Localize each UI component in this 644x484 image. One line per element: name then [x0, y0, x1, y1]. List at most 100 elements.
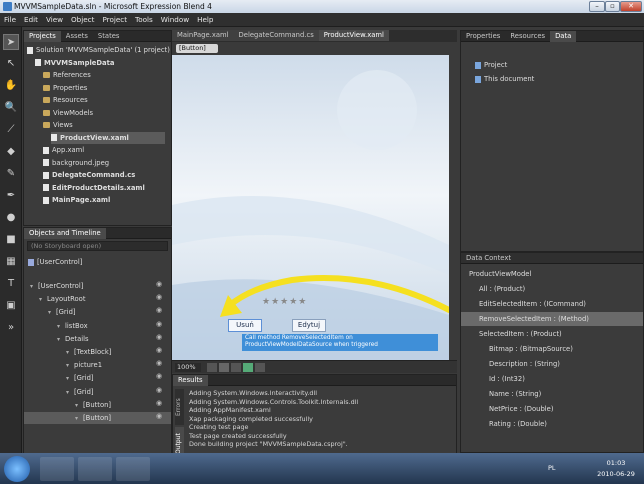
- project-tree-item[interactable]: ProductView.xaml: [51, 131, 165, 144]
- expand-arrow-icon[interactable]: ▾: [30, 281, 38, 293]
- menu-edit[interactable]: Edit: [20, 13, 42, 27]
- menu-window[interactable]: Window: [157, 13, 193, 27]
- object-tree-item[interactable]: ▾ picture1 ◉: [24, 359, 171, 371]
- menu-project[interactable]: Project: [98, 13, 131, 27]
- rectangle-tool-icon[interactable]: ■: [3, 232, 19, 248]
- object-tree-item[interactable]: ▾ [TextBlock] ◉: [24, 346, 171, 358]
- tab-data[interactable]: Data: [550, 31, 577, 42]
- project-tree-item[interactable]: EditProductDetails.xaml: [43, 182, 145, 194]
- data-context-item[interactable]: Id : (Int32): [461, 372, 643, 386]
- visibility-eye-icon[interactable]: ◉: [155, 320, 163, 328]
- selection-tool-icon[interactable]: ➤: [3, 34, 19, 50]
- tab-states[interactable]: States: [93, 31, 125, 42]
- rendering-toggle-icon[interactable]: [207, 363, 217, 372]
- object-tree-item[interactable]: ▾ [Grid] ◉: [24, 372, 171, 384]
- effects-toggle-icon[interactable]: [255, 363, 265, 372]
- visibility-eye-icon[interactable]: ◉: [155, 359, 163, 367]
- data-context-item[interactable]: Description : (String): [461, 357, 643, 371]
- visibility-eye-icon[interactable]: ◉: [155, 386, 163, 394]
- tab-assets[interactable]: Assets: [61, 31, 93, 42]
- clock-time[interactable]: 01:03: [596, 459, 636, 467]
- expand-arrow-icon[interactable]: ▾: [48, 307, 56, 319]
- visibility-eye-icon[interactable]: ◉: [155, 280, 163, 288]
- project-tree-item[interactable]: Solution 'MVVMSampleData' (1 project): [27, 44, 170, 56]
- data-context-item[interactable]: Rating : (Double): [461, 417, 643, 431]
- object-tree-item[interactable]: ▾ [Grid] ◉: [24, 386, 171, 398]
- paint-bucket-icon[interactable]: ◆: [3, 144, 19, 160]
- data-context-item[interactable]: All : (Product): [461, 282, 643, 296]
- visibility-eye-icon[interactable]: ◉: [155, 333, 163, 341]
- zoom-tool-icon[interactable]: 🔍: [3, 100, 19, 116]
- doc-tab-delegatecommand[interactable]: DelegateCommand.cs: [233, 30, 319, 41]
- project-tree-item[interactable]: ViewModels: [43, 107, 93, 119]
- assets-tool-icon[interactable]: »: [3, 320, 19, 336]
- control-tool-icon[interactable]: ▣: [3, 298, 19, 314]
- start-button[interactable]: [4, 456, 30, 482]
- storyboard-picker[interactable]: (No Storyboard open): [27, 241, 168, 251]
- tab-errors[interactable]: Errors: [175, 389, 184, 425]
- expand-arrow-icon[interactable]: ▾: [39, 294, 47, 306]
- expand-arrow-icon[interactable]: ▾: [66, 373, 74, 385]
- language-indicator[interactable]: PL: [548, 464, 556, 472]
- visibility-eye-icon[interactable]: ◉: [155, 412, 163, 420]
- menu-object[interactable]: Object: [67, 13, 98, 27]
- data-context-item[interactable]: RemoveSelectedItem : (Method): [461, 312, 643, 326]
- pan-tool-icon[interactable]: ✋: [3, 78, 19, 94]
- visibility-eye-icon[interactable]: ◉: [155, 372, 163, 380]
- project-tree-item[interactable]: References: [43, 69, 91, 81]
- doc-tab-productview[interactable]: ProductView.xaml: [318, 30, 389, 41]
- eyedropper-tool-icon[interactable]: ⟋: [3, 122, 19, 138]
- direct-select-tool-icon[interactable]: ↖: [3, 56, 19, 72]
- canvas-scrollbar[interactable]: [449, 55, 457, 367]
- project-tree-item[interactable]: MVVMSampleData: [35, 57, 114, 69]
- menu-tools[interactable]: Tools: [131, 13, 157, 27]
- data-item-project[interactable]: Project: [475, 59, 507, 71]
- object-tree-item[interactable]: ▾ Details ◉: [24, 333, 171, 345]
- data-context-item[interactable]: EditSelectedItem : (ICommand): [461, 297, 643, 311]
- project-tree-item[interactable]: App.xaml: [43, 144, 84, 156]
- tab-projects[interactable]: Projects: [24, 31, 61, 42]
- expand-arrow-icon[interactable]: ▾: [66, 360, 74, 372]
- object-tree-item[interactable]: ▾ listBox ◉: [24, 320, 171, 332]
- data-item-document[interactable]: This document: [475, 73, 534, 85]
- data-context-item[interactable]: ProductViewModel: [461, 267, 643, 281]
- data-context-item[interactable]: Name : (String): [461, 387, 643, 401]
- ellipse-tool-icon[interactable]: ●: [3, 210, 19, 226]
- project-tree-item[interactable]: DelegateCommand.cs: [43, 169, 135, 181]
- maximize-button[interactable]: ▫: [605, 1, 620, 12]
- data-context-item[interactable]: SelectedItem : (Product): [461, 327, 643, 341]
- grid-tool-icon[interactable]: ▦: [3, 254, 19, 270]
- explorer-taskbar-icon[interactable]: [40, 457, 74, 481]
- blend-taskbar-icon[interactable]: [116, 457, 150, 481]
- expand-arrow-icon[interactable]: ▾: [57, 321, 65, 333]
- object-tree-item[interactable]: ▾ [UserControl] ◉: [24, 280, 171, 292]
- doc-tab-mainpage[interactable]: MainPage.xaml: [172, 30, 234, 41]
- object-tree-item[interactable]: ▾ [Button] ◉: [24, 412, 171, 424]
- snap-toggle-icon[interactable]: [231, 363, 241, 372]
- brush-transform-icon[interactable]: ✎: [3, 166, 19, 182]
- expand-arrow-icon[interactable]: ▾: [75, 413, 83, 425]
- pen-tool-icon[interactable]: ✒: [3, 188, 19, 204]
- close-button[interactable]: ✕: [620, 1, 642, 12]
- media-player-taskbar-icon[interactable]: [78, 457, 112, 481]
- data-context-item[interactable]: Bitmap : (BitmapSource): [461, 342, 643, 356]
- menu-help[interactable]: Help: [193, 13, 217, 27]
- grid-toggle-icon[interactable]: [219, 363, 229, 372]
- object-tree-item[interactable]: ▾ [Grid] ◉: [24, 306, 171, 318]
- project-tree-item[interactable]: Views: [43, 119, 73, 131]
- object-tree-item[interactable]: ▾ LayoutRoot ◉: [24, 293, 171, 305]
- data-context-item[interactable]: NetPrice : (Double): [461, 402, 643, 416]
- expand-arrow-icon[interactable]: ▾: [66, 347, 74, 359]
- zoom-level[interactable]: 100%: [175, 363, 201, 372]
- object-tree-item[interactable]: ▾ [Button] ◉: [24, 399, 171, 411]
- menu-view[interactable]: View: [42, 13, 67, 27]
- expand-arrow-icon[interactable]: ▾: [66, 387, 74, 399]
- visibility-eye-icon[interactable]: ◉: [155, 306, 163, 314]
- expand-arrow-icon[interactable]: ▾: [57, 334, 65, 346]
- design-canvas[interactable]: ★★★★★ Usuń Edytuj Call method RemoveSele…: [172, 55, 449, 367]
- breadcrumb[interactable]: [Button]: [176, 44, 218, 53]
- visibility-eye-icon[interactable]: ◉: [155, 399, 163, 407]
- expand-arrow-icon[interactable]: ▾: [75, 400, 83, 412]
- visibility-eye-icon[interactable]: ◉: [155, 346, 163, 354]
- text-tool-icon[interactable]: T: [3, 276, 19, 292]
